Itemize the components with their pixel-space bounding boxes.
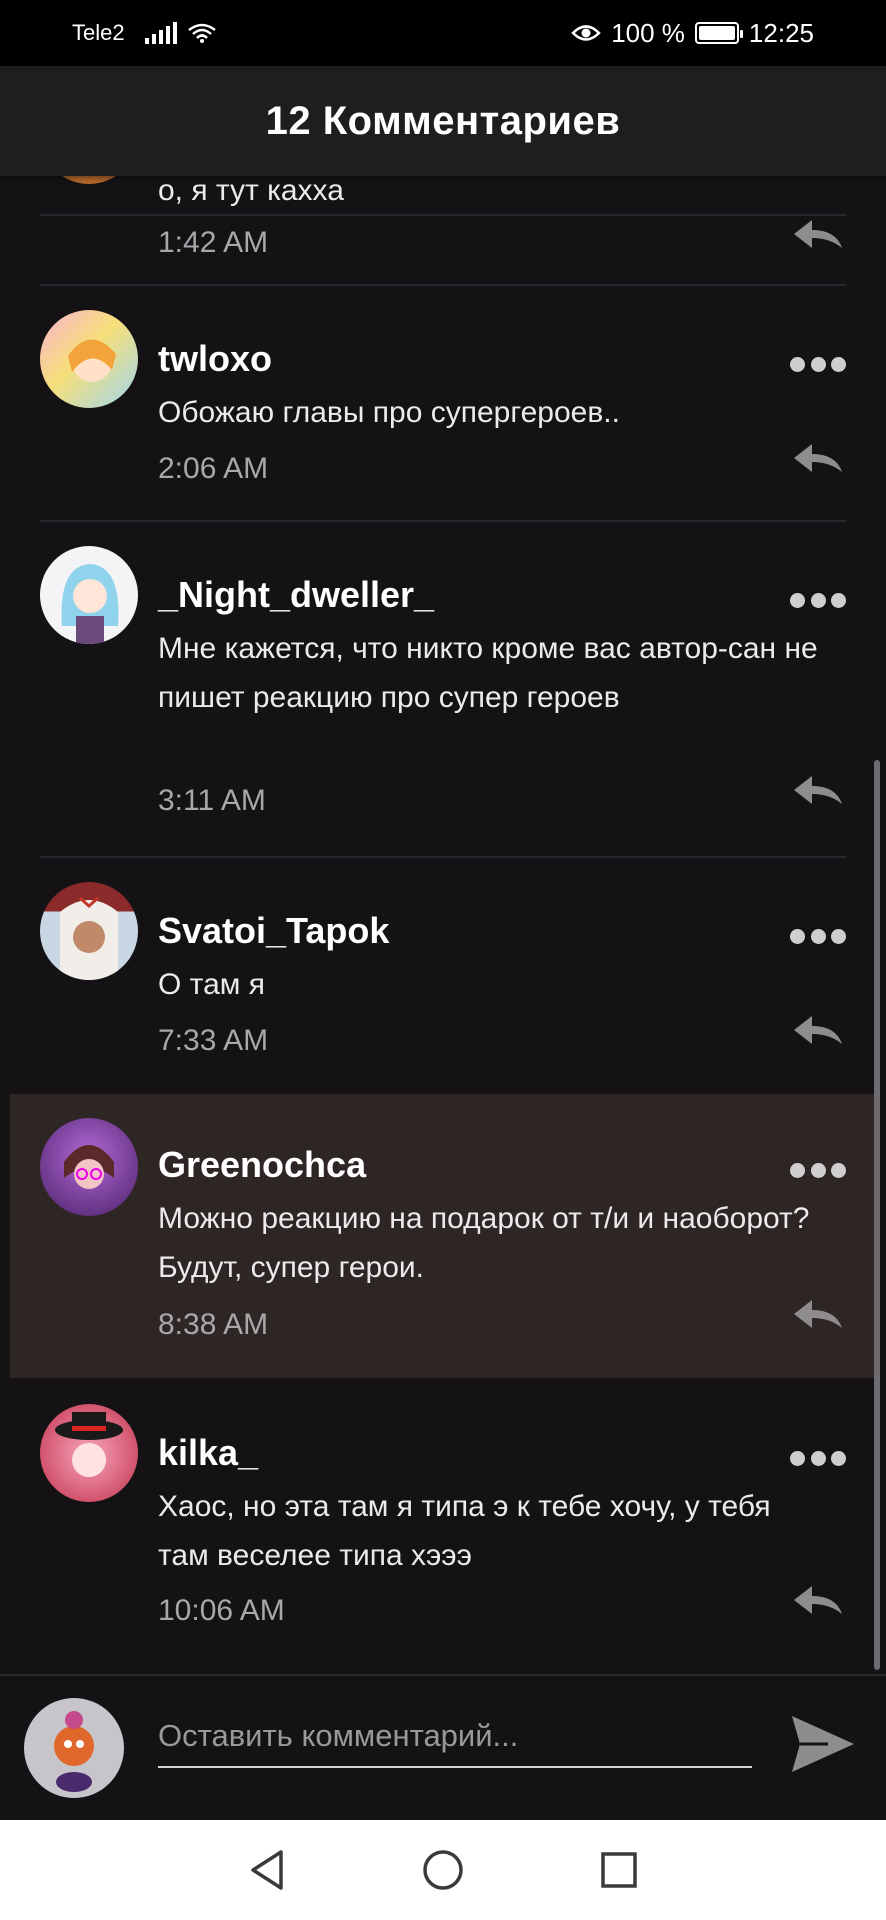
comment-username[interactable]: Svatoi_Tapok bbox=[158, 910, 389, 952]
clock: 12:25 bbox=[748, 17, 814, 48]
eye-icon bbox=[571, 25, 601, 41]
current-user-avatar[interactable] bbox=[24, 1698, 124, 1798]
comment-item: Svatoi_Tapok О там я 7:33 AM bbox=[0, 858, 886, 1092]
nav-recent-button[interactable] bbox=[591, 1842, 647, 1898]
comment-list[interactable]: о, я тут кахха 1:42 AM twloxo Обожаю гла… bbox=[0, 176, 886, 1674]
square-recent-icon bbox=[601, 1852, 637, 1888]
avatar[interactable] bbox=[40, 176, 138, 184]
system-nav-bar bbox=[0, 1820, 886, 1920]
comment-time: 7:33 AM bbox=[158, 1024, 269, 1057]
triangle-back-icon bbox=[251, 1850, 283, 1890]
comment-input[interactable] bbox=[158, 1706, 752, 1768]
comment-item: о, я тут кахха 1:42 AM bbox=[0, 176, 886, 300]
reply-arrow-icon[interactable] bbox=[790, 772, 846, 808]
reply-arrow-icon[interactable] bbox=[790, 1012, 846, 1048]
battery-percent: 100 % bbox=[611, 17, 685, 48]
avatar[interactable] bbox=[40, 310, 138, 408]
comment-username[interactable]: Greenochca bbox=[158, 1144, 366, 1186]
comment-item: _Night_dweller_ Мне кажется, что никто к… bbox=[0, 522, 886, 856]
comment-username[interactable]: twloxo bbox=[158, 338, 272, 380]
avatar[interactable] bbox=[40, 1404, 138, 1502]
comment-time: 3:11 AM bbox=[158, 784, 266, 817]
comment-time: 1:42 AM bbox=[158, 226, 269, 259]
circle-home-icon bbox=[423, 1850, 463, 1890]
more-dots-icon[interactable] bbox=[790, 590, 846, 610]
comment-text: Хаос, но эта там я типа э к тебе хочу, у… bbox=[158, 1490, 771, 1572]
avatar[interactable] bbox=[40, 1118, 138, 1216]
more-dots-icon[interactable] bbox=[790, 1160, 846, 1180]
more-dots-icon[interactable] bbox=[790, 354, 846, 374]
wifi-icon bbox=[187, 23, 216, 43]
comment-time: 2:06 AM bbox=[158, 452, 269, 485]
reply-arrow-icon[interactable] bbox=[790, 1582, 846, 1618]
status-left: Tele2 bbox=[72, 20, 217, 46]
reply-arrow-icon[interactable] bbox=[790, 1296, 846, 1332]
reply-arrow-icon[interactable] bbox=[790, 440, 846, 476]
comment-item-highlighted: Greenochca Можно реакцию на подарок от т… bbox=[10, 1094, 876, 1378]
nav-back-button[interactable] bbox=[239, 1842, 295, 1898]
status-bar: Tele2 100 % 12:25 bbox=[0, 0, 886, 66]
comment-item: kilka_ Хаос, но эта там я типа э к тебе … bbox=[0, 1380, 886, 1670]
comment-time: 10:06 AM bbox=[158, 1594, 285, 1627]
comment-text: о, я тут кахха bbox=[158, 176, 344, 207]
comment-input-bar bbox=[0, 1674, 886, 1820]
carrier-label: Tele2 bbox=[72, 20, 125, 45]
avatar[interactable] bbox=[40, 882, 138, 980]
signal-icon bbox=[144, 22, 177, 44]
reply-arrow-icon[interactable] bbox=[790, 216, 846, 252]
comment-item: twloxo Обожаю главы про супергероев.. 2:… bbox=[0, 286, 886, 520]
avatar[interactable] bbox=[40, 546, 138, 644]
status-right: 100 % 12:25 bbox=[571, 18, 814, 49]
more-dots-icon[interactable] bbox=[790, 926, 846, 946]
comment-text: Обожаю главы про супергероев.. bbox=[158, 396, 620, 429]
comment-username[interactable]: _Night_dweller_ bbox=[158, 574, 434, 616]
nav-home-button[interactable] bbox=[415, 1842, 471, 1898]
send-icon[interactable] bbox=[788, 1712, 858, 1776]
comment-text: Можно реакцию на подарок от т/и и наобор… bbox=[158, 1202, 810, 1284]
scrollbar[interactable] bbox=[874, 760, 880, 1670]
more-dots-icon[interactable] bbox=[790, 1448, 846, 1468]
comments-header: 12 Комментариев bbox=[0, 66, 886, 176]
page-title: 12 Комментариев bbox=[265, 98, 621, 143]
comment-text: Мне кажется, что никто кроме вас автор-с… bbox=[158, 632, 818, 714]
comment-time: 8:38 AM bbox=[158, 1308, 269, 1341]
comment-username[interactable]: kilka_ bbox=[158, 1432, 258, 1474]
comment-text: О там я bbox=[158, 968, 265, 1001]
battery-icon bbox=[694, 22, 743, 44]
